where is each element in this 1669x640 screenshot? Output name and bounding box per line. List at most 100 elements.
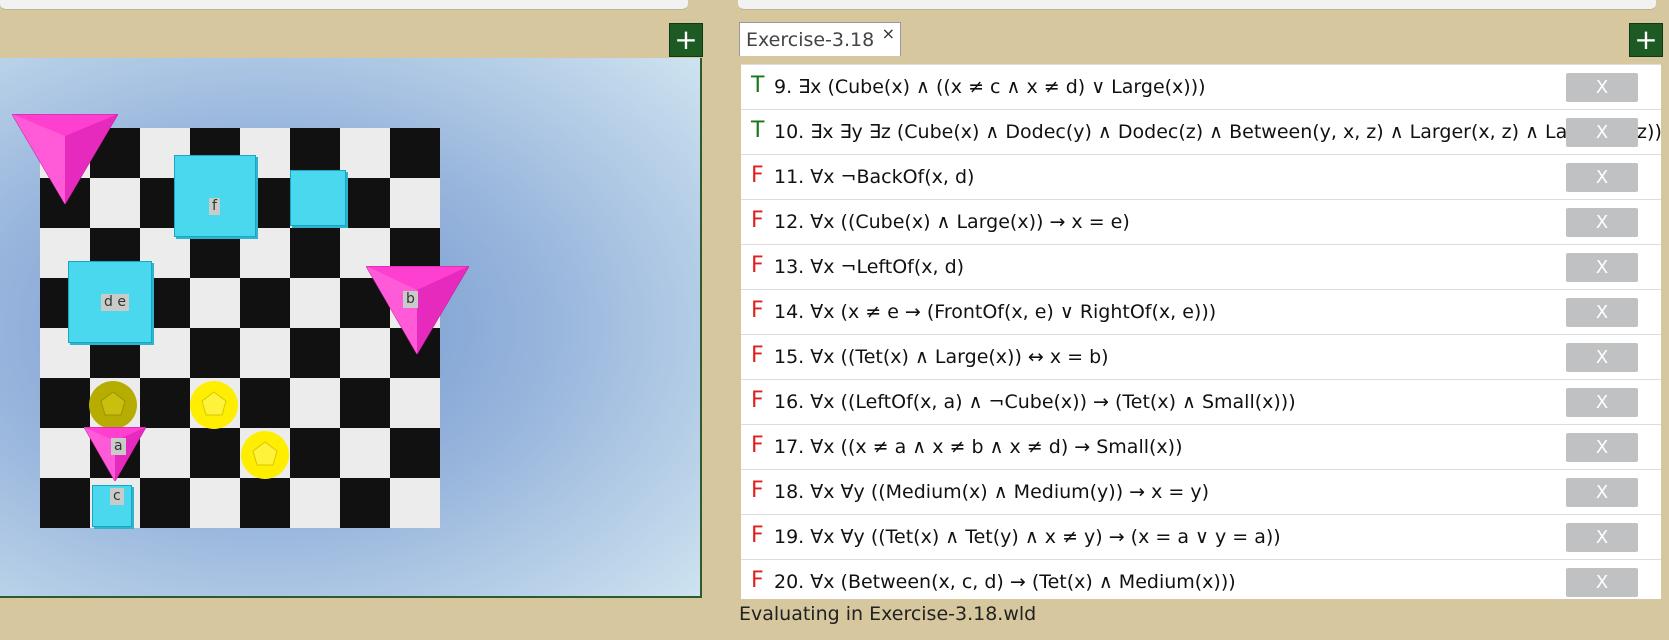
label-d-e: d e [101,294,129,311]
sentence-row[interactable]: F 18. ∀x ∀y ((Medium(x) ∧ Medium(y)) → x … [741,470,1661,515]
close-icon[interactable]: × [882,24,895,43]
cube-c[interactable]: c [92,485,132,527]
truth-value: F [751,523,764,548]
sentence-row[interactable]: F 13. ∀x ¬LeftOf(x, d) X [741,245,1661,290]
truth-value: T [751,118,765,143]
sentence-text[interactable]: 15. ∀x ((Tet(x) ∧ Large(x)) ↔ x = b) [774,346,1109,368]
delete-sentence-button[interactable]: X [1566,253,1638,282]
right-toolbar-strip [738,0,1656,10]
sentence-row[interactable]: T 10. ∃x ∃y ∃z (Cube(x) ∧ Dodec(y) ∧ Dode… [741,110,1661,155]
sentence-row[interactable]: F 16. ∀x ((LeftOf(x, a) ∧ ¬Cube(x)) → (Te… [741,380,1661,425]
truth-value: F [751,343,764,368]
sentence-text[interactable]: 14. ∀x (x ≠ e → (FrontOf(x, e) ∨ RightOf… [774,301,1216,323]
sentence-text[interactable]: 17. ∀x ((x ≠ a ∧ x ≠ b ∧ x ≠ d) → Small(… [774,436,1183,458]
cube-f[interactable]: f [174,155,256,237]
delete-sentence-button[interactable]: X [1566,208,1638,237]
board-square [40,378,90,428]
tetrahedron-b[interactable] [366,266,469,354]
board-square [140,428,190,478]
sentence-row[interactable]: F 20. ∀x (Between(x, c, d) → (Tet(x) ∧ Me… [741,560,1661,599]
board-square [240,378,290,428]
board-square [390,478,440,528]
truth-value: F [751,208,764,233]
board-square [140,478,190,528]
sentence-text[interactable]: 12. ∀x ((Cube(x) ∧ Large(x)) → x = e) [774,211,1130,233]
cube-unlabeled[interactable] [290,170,346,226]
board-square [340,128,390,178]
board-square [190,328,240,378]
label-c: c [110,488,124,505]
label-f: f [209,198,220,215]
board-square [40,478,90,528]
board-square [340,178,390,228]
sentence-row[interactable]: F 17. ∀x ((x ≠ a ∧ x ≠ b ∧ x ≠ d) → Small… [741,425,1661,470]
truth-value: F [751,568,764,593]
board-square [290,278,340,328]
sentence-text[interactable]: 18. ∀x ∀y ((Medium(x) ∧ Medium(y)) → x =… [774,481,1209,503]
sentence-text[interactable]: 20. ∀x (Between(x, c, d) → (Tet(x) ∧ Med… [774,571,1236,593]
delete-sentence-button[interactable]: X [1566,388,1638,417]
sentence-row[interactable]: F 14. ∀x (x ≠ e → (FrontOf(x, e) ∨ RightO… [741,290,1661,335]
board-square [340,428,390,478]
sentence-row[interactable]: F 19. ∀x ∀y ((Tet(x) ∧ Tet(y) ∧ x ≠ y) → … [741,515,1661,560]
board-square [290,228,340,278]
sentence-text[interactable]: 16. ∀x ((LeftOf(x, a) ∧ ¬Cube(x)) → (Tet… [774,391,1296,413]
board-square [340,378,390,428]
sentence-text[interactable]: 13. ∀x ¬LeftOf(x, d) [774,256,964,278]
board-square [290,378,340,428]
delete-sentence-button[interactable]: X [1566,433,1638,462]
board-square [240,278,290,328]
truth-value: F [751,478,764,503]
large-tetrahedron[interactable] [12,114,118,204]
tab-label: Exercise-3.18 [746,29,875,51]
board-square [290,478,340,528]
board-square [390,178,440,228]
truth-value: F [751,388,764,413]
sentence-row[interactable]: F 11. ∀x ¬BackOf(x, d) X [741,155,1661,200]
dodecahedron-1[interactable] [189,380,239,430]
sentence-text[interactable]: 9. ∃x (Cube(x) ∧ ((x ≠ c ∧ x ≠ d) ∨ Larg… [774,76,1206,98]
world-view[interactable]: f d e b a c [0,58,702,598]
board-square [390,428,440,478]
sentence-row[interactable]: T 9. ∃x (Cube(x) ∧ ((x ≠ c ∧ x ≠ d) ∨ Lar… [741,65,1661,110]
delete-sentence-button[interactable]: X [1566,523,1638,552]
dodecahedron-dark[interactable] [88,380,138,430]
delete-sentence-button[interactable]: X [1566,568,1638,597]
truth-value: F [751,163,764,188]
add-sentence-button[interactable]: + [1629,23,1663,57]
truth-value: T [751,73,765,98]
board-square [190,428,240,478]
dodecahedron-2[interactable] [240,430,290,480]
cube-d-e[interactable]: d e [68,261,152,343]
board-square [240,328,290,378]
truth-value: F [751,253,764,278]
left-toolbar-strip [0,0,688,10]
sentence-row[interactable]: F 12. ∀x ((Cube(x) ∧ Large(x)) → x = e) X [741,200,1661,245]
board-square [240,478,290,528]
board-square [390,378,440,428]
truth-value: F [751,298,764,323]
delete-sentence-button[interactable]: X [1566,118,1638,147]
sentence-text[interactable]: 19. ∀x ∀y ((Tet(x) ∧ Tet(y) ∧ x ≠ y) → (… [774,526,1281,548]
truth-value: F [751,433,764,458]
label-a: a [111,438,126,455]
status-text: Evaluating in Exercise-3.18.wld [739,603,1037,625]
label-b: b [403,291,418,308]
board-square [290,328,340,378]
delete-sentence-button[interactable]: X [1566,478,1638,507]
delete-sentence-button[interactable]: X [1566,343,1638,372]
board-square [340,478,390,528]
board-square [190,278,240,328]
board-square [40,428,90,478]
sentence-row[interactable]: F 15. ∀x ((Tet(x) ∧ Large(x)) ↔ x = b) X [741,335,1661,380]
add-world-button[interactable]: + [669,23,703,57]
delete-sentence-button[interactable]: X [1566,73,1638,102]
delete-sentence-button[interactable]: X [1566,163,1638,192]
board-square [390,128,440,178]
sentence-text[interactable]: 11. ∀x ¬BackOf(x, d) [774,166,974,188]
board-square [190,478,240,528]
sentence-text[interactable]: 10. ∃x ∃y ∃z (Cube(x) ∧ Dodec(y) ∧ Dodec… [774,121,1661,143]
tab-exercise-3-18[interactable]: Exercise-3.18 × [739,22,901,56]
delete-sentence-button[interactable]: X [1566,298,1638,327]
board-square [290,428,340,478]
